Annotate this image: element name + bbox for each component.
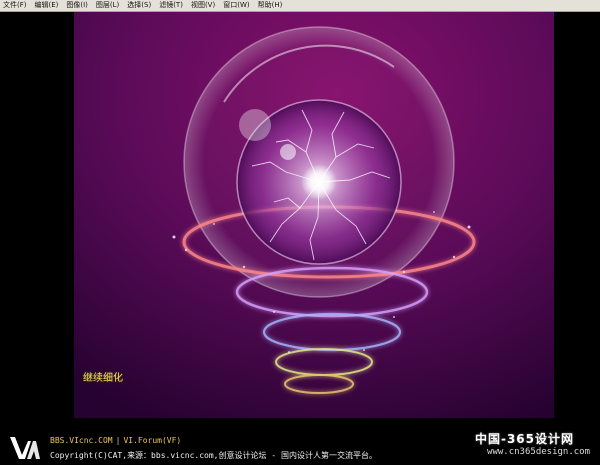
vi-logo-icon bbox=[10, 437, 40, 459]
menu-bar: 文件(F) 编辑(E) 图像(I) 图层(L) 选择(S) 滤镜(T) 视图(V… bbox=[0, 0, 600, 12]
footer-links: BBS.VIcnc.COM | VI.Forum(VF) bbox=[50, 436, 181, 445]
menu-help[interactable]: 帮助(H) bbox=[254, 0, 287, 11]
highlight-dot-large bbox=[239, 109, 271, 141]
highlight-dot-small bbox=[280, 144, 296, 160]
menu-filter[interactable]: 滤镜(T) bbox=[155, 0, 187, 11]
menu-select[interactable]: 选择(S) bbox=[123, 0, 155, 11]
menu-image[interactable]: 图像(I) bbox=[62, 0, 92, 11]
menu-window[interactable]: 窗口(W) bbox=[219, 0, 253, 11]
copyright-text: Copyright(C)CAT,来源：bbs.vicnc.com,创意设计论坛 … bbox=[50, 451, 377, 460]
artwork bbox=[74, 12, 554, 418]
watermark-title: 中国-365设计网 bbox=[474, 432, 574, 446]
menu-view[interactable]: 视图(V) bbox=[187, 0, 219, 11]
menu-file[interactable]: 文件(F) bbox=[0, 0, 31, 11]
site-link[interactable]: BBS.VIcnc.COM bbox=[50, 436, 113, 445]
footer-separator: | bbox=[115, 436, 121, 445]
orb-core bbox=[301, 164, 337, 200]
document-canvas[interactable] bbox=[74, 12, 554, 418]
canvas-caption: 继续细化 bbox=[83, 373, 123, 384]
forum-link[interactable]: VI.Forum(VF) bbox=[123, 436, 181, 445]
watermark-url: www.cn365design.com bbox=[487, 447, 590, 457]
menu-layer[interactable]: 图层(L) bbox=[92, 0, 123, 11]
menu-edit[interactable]: 编辑(E) bbox=[31, 0, 63, 11]
footer: BBS.VIcnc.COM | VI.Forum(VF) Copyright(C)C… bbox=[0, 419, 600, 465]
